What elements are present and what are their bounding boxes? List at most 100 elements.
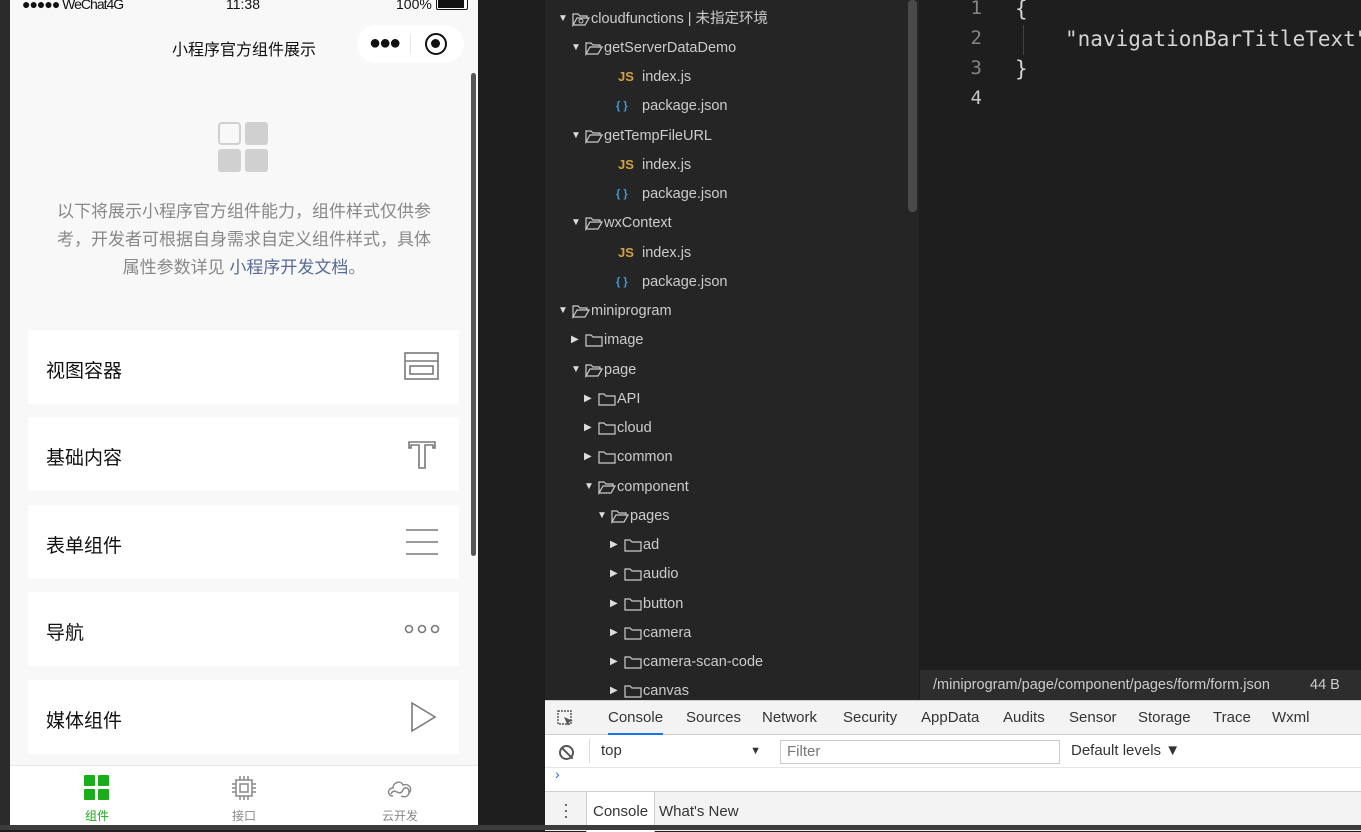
chevron-down-icon[interactable]: ▼ bbox=[571, 359, 583, 381]
tree-item-label: image bbox=[604, 332, 644, 348]
dropdown-arrow-icon: ▼ bbox=[750, 745, 761, 757]
line-number: 2 bbox=[970, 27, 982, 49]
devtools-tab-trace[interactable]: Trace bbox=[1213, 701, 1251, 735]
chevron-right-icon[interactable]: ▶ bbox=[584, 446, 596, 468]
chevron-right-icon[interactable]: ▶ bbox=[610, 593, 622, 615]
tree-item-label: component bbox=[617, 479, 689, 495]
chevron-down-icon[interactable]: ▼ bbox=[597, 505, 609, 527]
chevron-down-icon[interactable]: ▼ bbox=[558, 8, 570, 30]
tab-cloud[interactable]: 云开发 bbox=[322, 766, 478, 830]
clear-console-icon[interactable] bbox=[559, 745, 574, 760]
folder-icon bbox=[624, 539, 642, 552]
tree-item-label: package.json bbox=[642, 98, 728, 114]
chevron-down-icon[interactable]: ▼ bbox=[558, 300, 570, 322]
filter-input[interactable]: Filter bbox=[780, 740, 1060, 764]
chevron-right-icon[interactable]: ▶ bbox=[584, 388, 596, 410]
devtools-tab-appdata[interactable]: AppData bbox=[921, 701, 979, 735]
card-view-container[interactable]: 视图容器 bbox=[28, 330, 459, 404]
line-number: 4 bbox=[970, 87, 982, 109]
json-file-icon: { } bbox=[616, 100, 628, 112]
folder-icon bbox=[598, 393, 616, 406]
components-logo-icon bbox=[218, 122, 268, 172]
tree-item-label: page bbox=[604, 362, 637, 378]
card-basic-content[interactable]: 基础内容 bbox=[28, 417, 459, 491]
card-label: 表单组件 bbox=[46, 536, 123, 557]
close-target-icon[interactable] bbox=[425, 33, 447, 55]
card-media-components[interactable]: 媒体组件 bbox=[28, 680, 459, 754]
chevron-right-icon[interactable]: ▶ bbox=[610, 563, 622, 585]
chevron-down-icon[interactable]: ▼ bbox=[584, 476, 596, 498]
chevron-right-icon[interactable]: ▶ bbox=[584, 417, 596, 439]
devtools-tab-console[interactable]: Console bbox=[608, 701, 664, 735]
view-container-icon bbox=[404, 352, 439, 380]
tab-bar: 组件 接口 云开发 bbox=[10, 765, 478, 830]
chevron-right-icon[interactable]: ▶ bbox=[610, 534, 622, 556]
line-number: 1 bbox=[970, 0, 982, 19]
folder-open-icon bbox=[598, 481, 616, 495]
folder-open-icon bbox=[585, 42, 603, 56]
tree-item-label: index.js bbox=[642, 245, 692, 261]
devtools-tab-security[interactable]: Security bbox=[843, 701, 897, 735]
console-prompt-icon[interactable]: › bbox=[555, 766, 560, 782]
tree-item-label: camera-scan-code bbox=[643, 654, 764, 670]
js-file-icon: JS bbox=[618, 69, 634, 84]
code-line: { bbox=[1015, 0, 1028, 21]
chevron-down-icon[interactable]: ▼ bbox=[571, 37, 583, 59]
docs-link[interactable]: 小程序开发文档 bbox=[229, 258, 348, 277]
chevron-right-icon[interactable]: ▶ bbox=[610, 651, 622, 673]
card-form-components[interactable]: 表单组件 bbox=[28, 505, 459, 579]
tree-item-label: getTempFileURL bbox=[604, 128, 712, 144]
devtools-tab-network[interactable]: Network bbox=[762, 701, 817, 735]
tree-item-label: cloudfunctions | 未指定环境 bbox=[591, 11, 769, 27]
simulator-panel: ●●●●● WeChat4G 11:38 100% 小程序官方组件展示 ●●● … bbox=[0, 0, 478, 830]
tab-components[interactable]: 组件 bbox=[19, 766, 175, 830]
chevron-right-icon[interactable]: ▶ bbox=[571, 329, 583, 351]
more-icon[interactable]: ●●● bbox=[369, 33, 401, 53]
tree-item-label: audio bbox=[643, 566, 679, 582]
devtools-tab-wxml[interactable]: Wxml bbox=[1272, 701, 1310, 735]
tab-label: 云开发 bbox=[381, 809, 418, 823]
json-file-icon: { } bbox=[616, 188, 628, 200]
tree-item-label: index.js bbox=[642, 157, 692, 173]
js-file-icon: JS bbox=[618, 245, 634, 260]
intro-text: 以下将展示小程序官方组件能力，组件样式仅供参考，开发者可根据自身需求自定义组件样… bbox=[57, 202, 431, 277]
inspect-element-icon[interactable] bbox=[557, 710, 575, 728]
battery-icon bbox=[436, 0, 468, 10]
tree-item-label: camera bbox=[643, 625, 692, 641]
card-label: 视图容器 bbox=[46, 361, 123, 382]
card-navigation[interactable]: 导航 bbox=[28, 592, 459, 666]
tab-label: 组件 bbox=[84, 809, 109, 823]
chip-icon bbox=[232, 776, 256, 800]
line-number: 3 bbox=[970, 57, 982, 79]
devtools-tab-bar: Console Sources Network Security AppData… bbox=[545, 701, 1361, 735]
simulator-scrollbar[interactable] bbox=[471, 73, 476, 556]
file-tree-scrollbar[interactable] bbox=[908, 0, 917, 212]
card-label: 媒体组件 bbox=[46, 711, 123, 732]
json-file-icon: { } bbox=[616, 276, 628, 288]
tab-api[interactable]: 接口 bbox=[166, 766, 322, 830]
folder-open-icon bbox=[572, 305, 590, 319]
folder-icon bbox=[624, 627, 642, 640]
drawer-menu-icon[interactable]: · · · bbox=[563, 795, 569, 825]
chevron-right-icon[interactable]: ▶ bbox=[610, 622, 622, 644]
components-tab-icon bbox=[84, 775, 109, 800]
devtools-tab-storage[interactable]: Storage bbox=[1138, 701, 1191, 735]
devtools-tab-audits[interactable]: Audits bbox=[1003, 701, 1045, 735]
capsule-divider bbox=[410, 35, 411, 53]
devtools-tab-sources[interactable]: Sources bbox=[686, 701, 741, 735]
tree-item-label: API bbox=[617, 391, 641, 407]
tree-item-label: canvas bbox=[643, 683, 689, 699]
folder-icon bbox=[624, 568, 642, 581]
tree-item-label: package.json bbox=[642, 274, 728, 290]
code-line: "navigationBarTitleText" bbox=[1065, 27, 1361, 51]
context-select[interactable]: top ▼ bbox=[589, 739, 767, 763]
chevron-right-icon[interactable]: ▶ bbox=[610, 680, 622, 700]
tree-item-label: button bbox=[643, 596, 684, 612]
indent-guide bbox=[1023, 25, 1024, 55]
devtools-tab-sensor[interactable]: Sensor bbox=[1069, 701, 1117, 735]
log-levels-select[interactable]: Default levels ▼ bbox=[1071, 739, 1180, 763]
chevron-down-icon[interactable]: ▼ bbox=[571, 212, 583, 234]
battery-percent: 100% bbox=[396, 0, 432, 12]
chevron-down-icon[interactable]: ▼ bbox=[571, 125, 583, 147]
code-editor[interactable]: 1 2 3 4 { "navigationBarTitleText" } bbox=[920, 0, 1361, 670]
